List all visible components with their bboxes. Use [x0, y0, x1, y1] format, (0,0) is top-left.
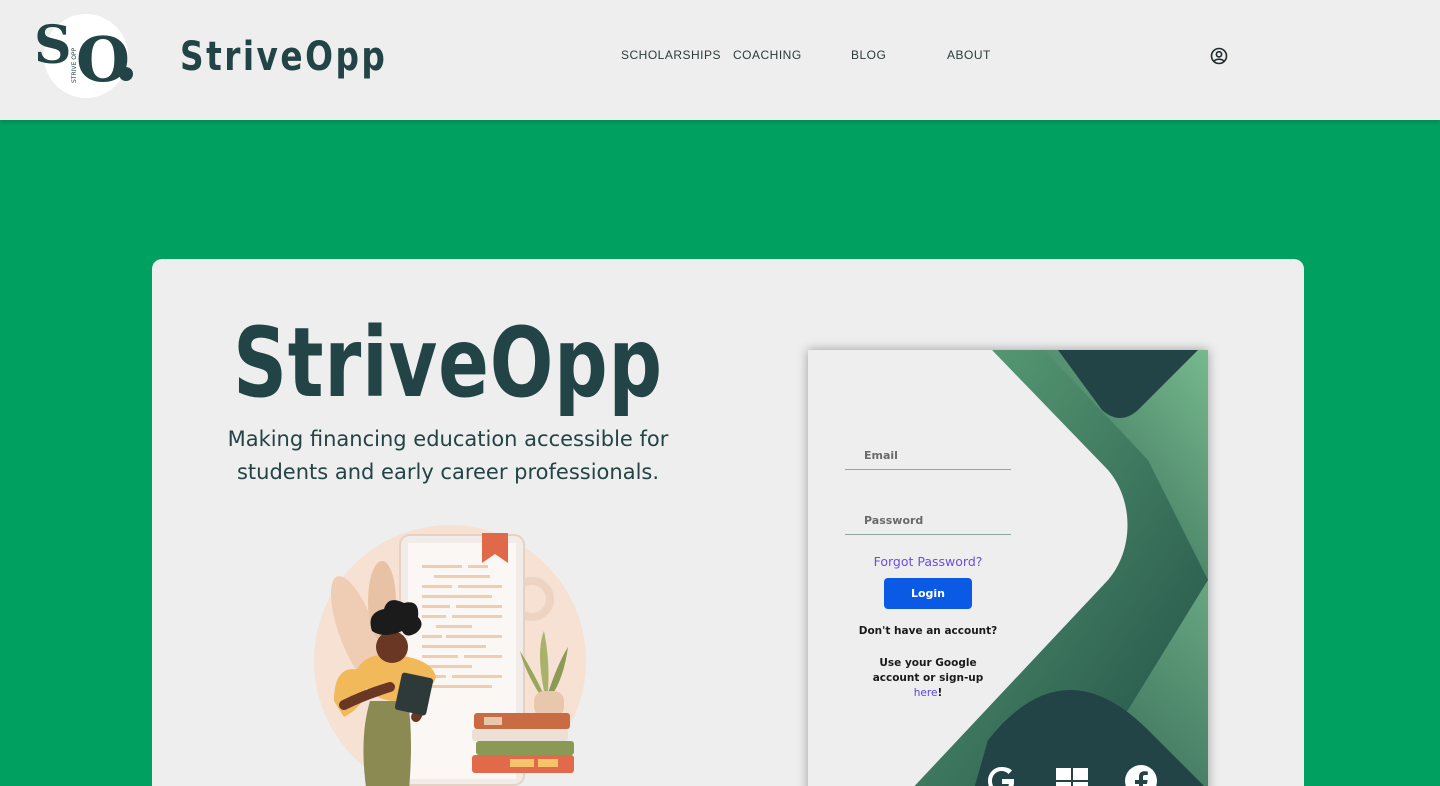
svg-text:O: O: [76, 23, 130, 96]
login-panel: Forgot Password? Login Don't have an acc…: [808, 350, 1208, 786]
exclamation: !: [937, 687, 943, 699]
student-reading-illustration: [314, 525, 586, 786]
nav-about[interactable]: ABOUT: [947, 48, 991, 62]
hero-subtitle-line-1: Making financing education accessible fo…: [227, 427, 669, 451]
password-field[interactable]: [845, 507, 1011, 535]
google-signup-note: Use your Google account or sign-up here!: [865, 656, 991, 701]
user-circle-icon[interactable]: [1210, 47, 1228, 65]
facebook-icon[interactable]: [1124, 764, 1158, 786]
brand-name[interactable]: StriveOpp: [180, 34, 387, 80]
email-field[interactable]: [845, 442, 1011, 470]
hero-title: StriveOpp: [233, 307, 663, 419]
svg-text:S: S: [34, 15, 72, 76]
site-header: S O STRIVE OPP StriveOpp SCHOLARSHIPS CO…: [0, 0, 1440, 120]
signup-here-link[interactable]: here: [914, 687, 938, 699]
logo-icon[interactable]: S O STRIVE OPP: [34, 13, 134, 99]
windows-icon[interactable]: [1055, 764, 1089, 786]
google-icon[interactable]: [985, 764, 1019, 786]
nav-blog[interactable]: BLOG: [851, 48, 886, 62]
nav-coaching[interactable]: COACHING: [733, 48, 802, 62]
login-button[interactable]: Login: [884, 578, 972, 609]
forgot-password-link[interactable]: Forgot Password?: [845, 554, 1011, 569]
svg-text:STRIVE OPP: STRIVE OPP: [71, 47, 78, 83]
hero-subtitle: Making financing education accessible fo…: [192, 423, 704, 489]
hero-subtitle-line-2: students and early career professionals.: [236, 460, 660, 484]
nav-scholarships[interactable]: SCHOLARSHIPS: [621, 48, 721, 62]
google-signup-text: Use your Google account or sign-up: [872, 657, 984, 684]
no-account-text: Don't have an account?: [858, 625, 998, 637]
